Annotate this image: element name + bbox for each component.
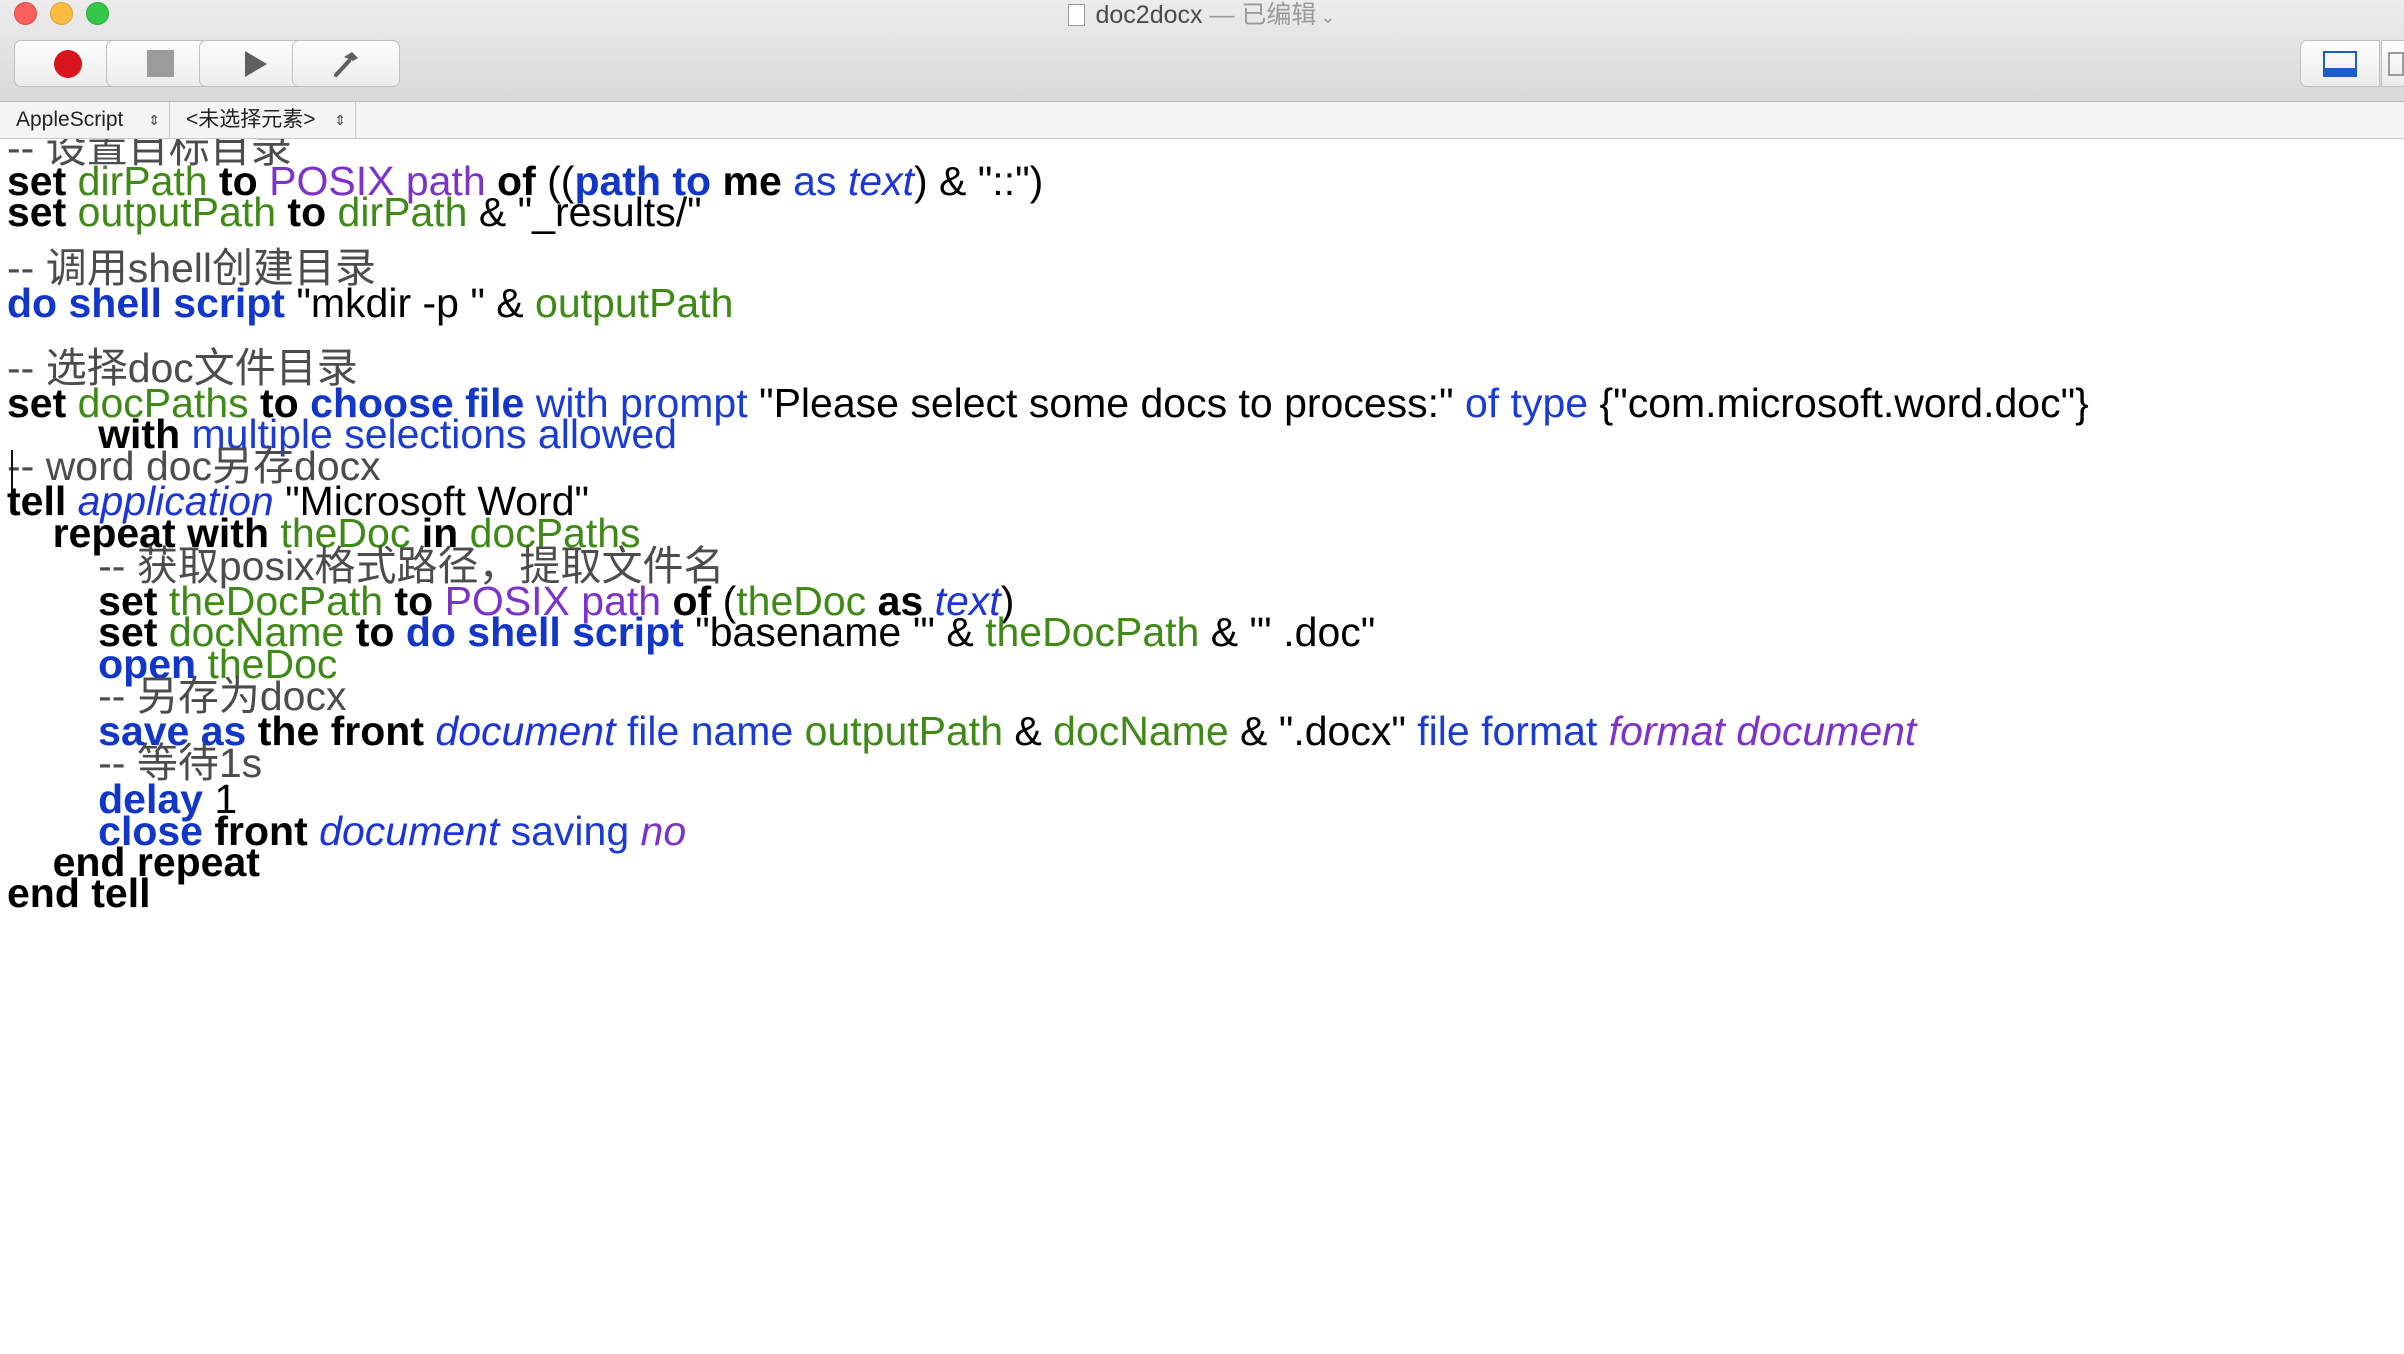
code-token-kw: set	[7, 189, 67, 235]
element-popup[interactable]: <未选择元素> ⇕	[170, 102, 356, 138]
code-token-txt: ) & "::")	[913, 158, 1044, 204]
stop-icon	[146, 50, 174, 77]
code-token-str: & "' .doc"	[1199, 609, 1376, 655]
code-token-str: "basename '" &	[683, 609, 986, 655]
code-token-txt: &	[1003, 708, 1054, 754]
updown-arrow-icon: ⇕	[334, 112, 346, 128]
code-token-prm: as	[793, 158, 837, 204]
code-line: end tell	[7, 868, 151, 918]
compile-button[interactable]	[292, 40, 400, 87]
code-token-str: & ".docx"	[1228, 708, 1418, 754]
code-token-var: dirPath	[337, 189, 468, 235]
code-token-prm: file format	[1417, 708, 1598, 754]
code-token-cls: text	[847, 158, 914, 204]
code-token-cmd: do shell script	[405, 609, 684, 655]
updown-arrow-icon: ⇕	[148, 112, 160, 128]
element-popup-label: <未选择元素>	[186, 108, 316, 131]
window-titlebar: doc2docx — 已编辑 ⌄	[0, 0, 2404, 102]
code-token-str: {"com.microsoft.word.doc"}	[1588, 380, 2089, 426]
run-button[interactable]	[199, 40, 307, 87]
code-token-txt: & "_results/"	[467, 189, 702, 235]
code-token-var: outputPath	[804, 708, 1004, 754]
edited-status: — 已编辑	[1202, 1, 1317, 29]
code-token-var: outputPath	[535, 280, 734, 326]
window-title[interactable]: doc2docx — 已编辑 ⌄	[0, 0, 2404, 30]
code-token-str: "mkdir -p " &	[284, 280, 536, 326]
code-line: set outputPath to dirPath & "_results/"	[7, 187, 702, 237]
code-token-str: "Please select some docs to process:"	[747, 380, 1465, 426]
code-token-cls: document	[435, 708, 616, 754]
navigation-bar: AppleScript ⇕ <未选择元素> ⇕	[0, 102, 2404, 139]
code-token-prm: file name	[626, 708, 794, 754]
code-token-var: theDocPath	[985, 609, 1200, 655]
hammer-icon	[334, 51, 358, 77]
bottom-panel-icon	[2323, 50, 2357, 77]
language-popup-label: AppleScript	[16, 108, 124, 131]
code-token-kw: end tell	[7, 870, 151, 916]
code-token-kw: to	[287, 189, 327, 235]
chevron-down-icon[interactable]: ⌄	[1320, 7, 1335, 27]
code-token-kw: me	[722, 158, 782, 204]
window-title-text: doc2docx	[1095, 1, 1203, 29]
record-icon	[54, 49, 82, 78]
code-line: do shell script "mkdir -p " & outputPath	[7, 278, 733, 328]
text-cursor	[11, 450, 13, 494]
code-token-cls: document	[319, 808, 500, 854]
document-icon	[1068, 4, 1086, 26]
stop-button[interactable]	[106, 40, 214, 87]
code-token-var: outputPath	[77, 189, 277, 235]
code-token-cmd: do shell script	[7, 280, 285, 326]
show-inspector-button[interactable]	[2381, 40, 2404, 87]
script-editor[interactable]: -- 设置目标目录 set dirPath to POSIX path of ((…	[0, 139, 2404, 1354]
code-token-enm: format document	[1608, 708, 1917, 754]
code-token-enm: no	[640, 808, 687, 854]
code-token-kw: the front	[257, 708, 425, 754]
show-log-button[interactable]	[2300, 40, 2380, 87]
code-token-prm: of type	[1464, 380, 1589, 426]
code-line: save as the front document file name out…	[7, 706, 1916, 756]
code-token-var: docName	[1053, 708, 1229, 754]
code-token-kw: to	[355, 609, 395, 655]
play-icon	[245, 50, 267, 77]
side-panel-icon	[2388, 52, 2404, 76]
language-popup[interactable]: AppleScript ⇕	[0, 102, 170, 138]
code-token-prm: saving	[510, 808, 630, 854]
